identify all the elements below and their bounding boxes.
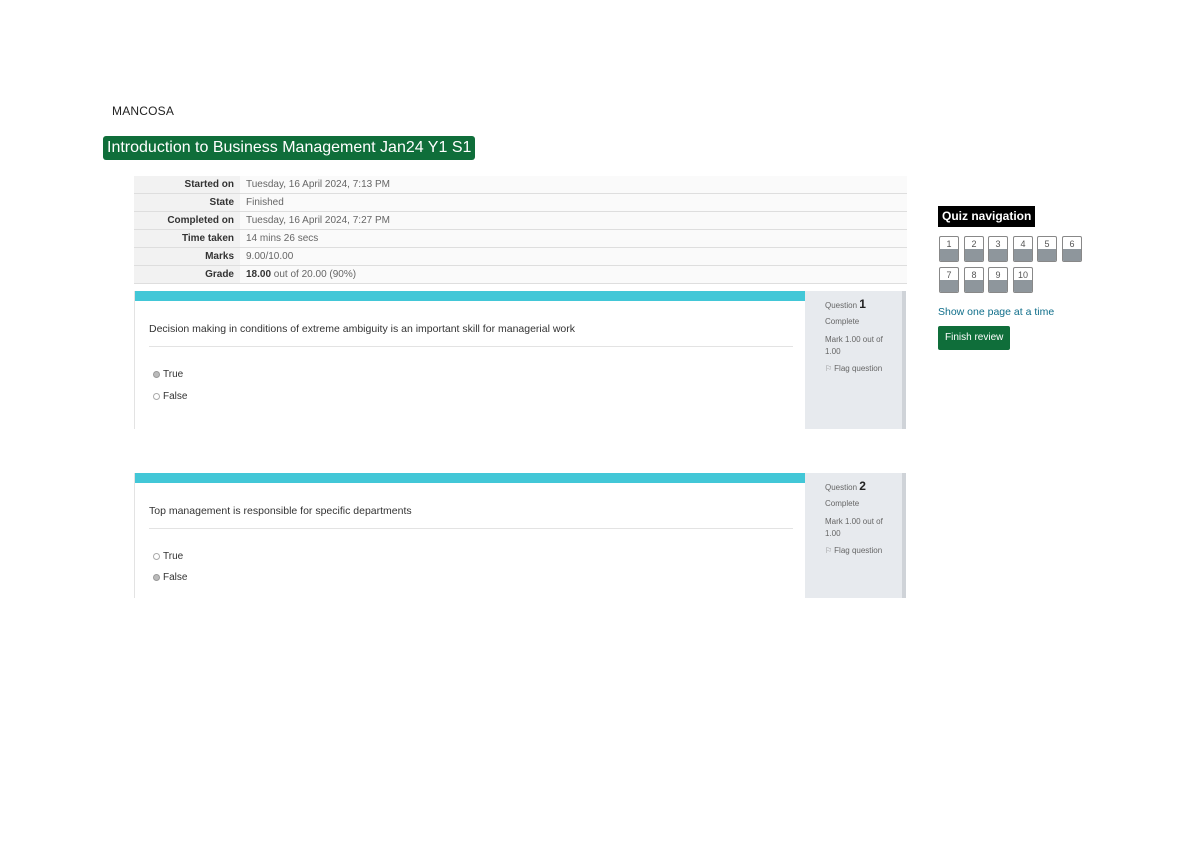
nav-button-status [940, 249, 958, 261]
finish-review-button[interactable]: Finish review [938, 326, 1011, 350]
summary-label: State [134, 193, 240, 212]
question-text: Decision making in conditions of extreme… [149, 323, 793, 347]
nav-button-status [1014, 249, 1032, 261]
nav-button-3[interactable]: 3 [988, 236, 1008, 262]
question-number-prefix: Question [825, 301, 860, 310]
summary-label: Grade [134, 265, 240, 284]
quiz-navigation-title: Quiz navigation [938, 206, 1036, 227]
question-number: Question 2 [825, 479, 866, 493]
nav-button-status [965, 249, 983, 261]
nav-button-7[interactable]: 7 [939, 267, 959, 293]
question-1: Decision making in conditions of extreme… [134, 291, 907, 429]
grade-rest: out of 20.00 (90%) [271, 269, 357, 280]
nav-button-status [940, 280, 958, 292]
question-info-panel: Question 1 Complete Mark 1.00 out of 1.0… [805, 291, 906, 429]
radio-unselected-icon[interactable] [153, 553, 160, 560]
question-number-value: 1 [859, 297, 866, 311]
nav-button-status [965, 280, 983, 292]
question-content: Decision making in conditions of extreme… [134, 291, 806, 429]
question-mark: Mark 1.00 out of 1.00 [825, 335, 883, 356]
summary-value: 14 mins 26 secs [240, 229, 907, 248]
summary-row-marks: Marks 9.00/10.00 [134, 247, 907, 266]
question-info-panel: Question 2 Complete Mark 1.00 out of 1.0… [805, 473, 906, 598]
summary-value: Tuesday, 16 April 2024, 7:13 PM [240, 176, 907, 194]
nav-button-2[interactable]: 2 [964, 236, 984, 262]
nav-button-4[interactable]: 4 [1013, 236, 1033, 262]
nav-button-status [989, 280, 1007, 292]
nav-button-status [989, 249, 1007, 261]
nav-button-5[interactable]: 5 [1037, 236, 1057, 262]
nav-button-8[interactable]: 8 [964, 267, 984, 293]
question-text: Top management is responsible for specif… [149, 505, 793, 529]
question-mark: Mark 1.00 out of 1.00 [825, 517, 883, 538]
flag-question-label: Flag question [834, 546, 883, 555]
summary-value: 9.00/10.00 [240, 247, 907, 266]
summary-label: Marks [134, 247, 240, 266]
flag-icon[interactable]: ⚐ [825, 364, 832, 373]
summary-row-started: Started on Tuesday, 16 April 2024, 7:13 … [134, 176, 907, 194]
answer-label: True [163, 551, 184, 562]
nav-button-status [1063, 249, 1081, 261]
summary-value: Finished [240, 193, 907, 212]
grade-score: 18.00 [246, 269, 272, 280]
nav-button-6[interactable]: 6 [1062, 236, 1082, 262]
question-2: Top management is responsible for specif… [134, 473, 907, 598]
answer-label: False [163, 572, 188, 583]
show-one-page-link[interactable]: Show one page at a time [938, 306, 1054, 318]
answer-option-false[interactable]: False [153, 391, 187, 402]
answer-label: True [163, 369, 184, 380]
question-header-bar [135, 473, 806, 483]
attempt-summary-table: Started on Tuesday, 16 April 2024, 7:13 … [134, 176, 907, 284]
summary-row-grade: Grade 18.00 out of 20.00 (90%) [134, 265, 907, 284]
nav-button-status [1038, 249, 1056, 261]
question-number-prefix: Question [825, 483, 860, 492]
answer-option-true[interactable]: True [153, 369, 183, 380]
nav-button-10[interactable]: 10 [1013, 267, 1033, 293]
site-brand[interactable]: MANCOSA [112, 104, 174, 118]
question-content: Top management is responsible for specif… [134, 473, 806, 598]
flag-question-label: Flag question [834, 364, 883, 373]
summary-row-state: State Finished [134, 193, 907, 212]
summary-row-time-taken: Time taken 14 mins 26 secs [134, 229, 907, 248]
summary-label: Time taken [134, 229, 240, 248]
nav-button-status [1014, 280, 1032, 292]
summary-value: Tuesday, 16 April 2024, 7:27 PM [240, 211, 907, 230]
question-number: Question 1 [825, 297, 866, 311]
flag-icon[interactable]: ⚐ [825, 546, 832, 555]
nav-button-1[interactable]: 1 [939, 236, 959, 262]
radio-selected-icon[interactable] [153, 371, 160, 378]
flag-question-link[interactable]: ⚐ Flag question [825, 364, 882, 373]
summary-label: Started on [134, 176, 240, 194]
question-number-value: 2 [859, 479, 866, 493]
radio-selected-icon[interactable] [153, 574, 160, 581]
answer-label: False [163, 391, 188, 402]
summary-value: 18.00 out of 20.00 (90%) [240, 265, 907, 284]
flag-question-link[interactable]: ⚐ Flag question [825, 546, 882, 555]
question-header-bar [135, 291, 806, 301]
nav-button-9[interactable]: 9 [988, 267, 1008, 293]
question-state: Complete [825, 317, 860, 326]
summary-row-completed: Completed on Tuesday, 16 April 2024, 7:2… [134, 211, 907, 230]
answer-option-false[interactable]: False [153, 572, 187, 583]
course-title[interactable]: Introduction to Business Management Jan2… [103, 136, 476, 160]
radio-unselected-icon[interactable] [153, 393, 160, 400]
summary-label: Completed on [134, 211, 240, 230]
answer-option-true[interactable]: True [153, 551, 183, 562]
question-state: Complete [825, 499, 860, 508]
